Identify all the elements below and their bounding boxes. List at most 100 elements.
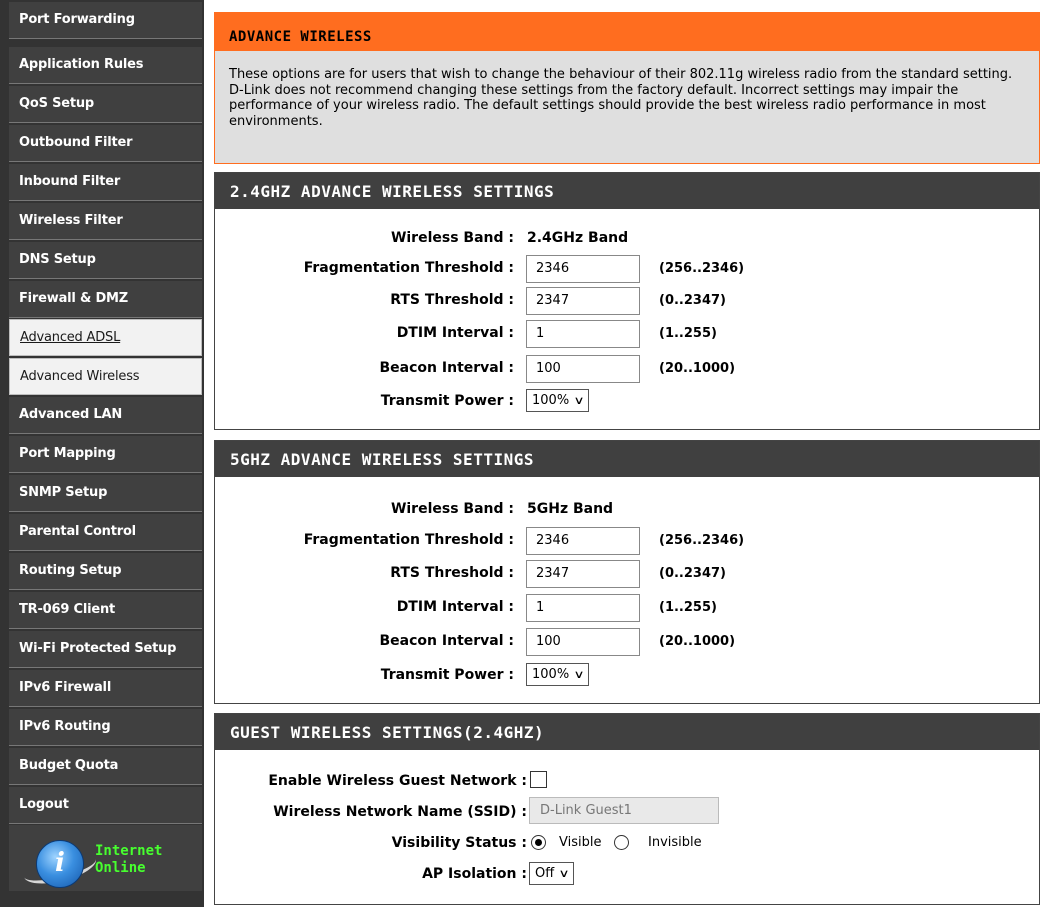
sidebar-item-parental-control[interactable]: Parental Control bbox=[9, 514, 202, 551]
dtim-input[interactable]: 1 bbox=[526, 320, 640, 348]
sidebar-item-label: QoS Setup bbox=[19, 96, 95, 111]
rts-input[interactable]: 2347 bbox=[526, 560, 640, 588]
sidebar-item-port-mapping[interactable]: Port Mapping bbox=[9, 436, 202, 473]
wireless-band-row: Wireless Band : 2.4GHz Band bbox=[215, 223, 1039, 253]
wireless-band-label: Wireless Band : bbox=[390, 501, 514, 517]
sidebar-item-tr069-client[interactable]: TR-069 Client bbox=[9, 592, 202, 629]
transmit-power-label: Transmit Power : bbox=[380, 393, 514, 409]
sidebar-item-ipv6-firewall[interactable]: IPv6 Firewall bbox=[9, 670, 202, 707]
enable-guest-label: Enable Wireless Guest Network : bbox=[268, 773, 527, 789]
wireless-band-value: 5GHz Band bbox=[527, 501, 614, 517]
fragmentation-label: Fragmentation Threshold : bbox=[303, 260, 514, 276]
sidebar-item-label: Advanced Wireless bbox=[20, 369, 140, 384]
ssid-row: Wireless Network Name (SSID) : D-Link Gu… bbox=[215, 797, 1039, 827]
chevron-down-icon: ∨ bbox=[573, 394, 585, 407]
sidebar-item-budget-quota[interactable]: Budget Quota bbox=[9, 748, 202, 785]
settings-5ghz-panel: 5GHZ ADVANCE WIRELESS SETTINGS Wireless … bbox=[214, 440, 1040, 704]
sidebar-item-label: Budget Quota bbox=[19, 758, 119, 773]
sidebar-item-logout[interactable]: Logout bbox=[9, 787, 202, 824]
sidebar-item-inbound-filter[interactable]: Inbound Filter bbox=[9, 164, 202, 201]
visibility-row: Visibility Status : Visible Invisible bbox=[215, 828, 1039, 858]
sidebar-item-advanced-lan[interactable]: Advanced LAN bbox=[9, 397, 202, 434]
sidebar-item-label: Advanced LAN bbox=[19, 407, 123, 422]
sidebar-item-label: Wireless Filter bbox=[19, 213, 123, 228]
fragmentation-range: (256..2346) bbox=[659, 533, 745, 548]
ssid-input[interactable]: D-Link Guest1 bbox=[529, 797, 719, 824]
sidebar-item-label: TR-069 Client bbox=[19, 602, 116, 617]
dtim-label: DTIM Interval : bbox=[396, 599, 514, 615]
sidebar-item-wireless-filter[interactable]: Wireless Filter bbox=[9, 203, 202, 240]
transmit-power-row: Transmit Power : 100% ∨ bbox=[215, 660, 1039, 690]
fragmentation-range: (256..2346) bbox=[659, 261, 745, 276]
section-title: GUEST WIRELESS SETTINGS(2.4GHZ) bbox=[215, 714, 1039, 750]
rts-input[interactable]: 2347 bbox=[526, 287, 640, 315]
ap-isolation-select[interactable]: Off ∨ bbox=[529, 862, 575, 885]
transmit-power-select[interactable]: 100% ∨ bbox=[526, 663, 590, 686]
ssid-label: Wireless Network Name (SSID) : bbox=[273, 804, 527, 820]
fragmentation-input[interactable]: 2346 bbox=[526, 255, 640, 283]
transmit-power-value: 100% bbox=[532, 667, 570, 682]
sidebar-item-label: IPv6 Routing bbox=[19, 719, 111, 734]
visible-radio[interactable] bbox=[531, 835, 546, 850]
ap-isolation-value: Off bbox=[535, 866, 555, 881]
beacon-input[interactable]: 100 bbox=[526, 628, 640, 656]
sidebar-item-label: Inbound Filter bbox=[19, 174, 121, 189]
info-globe-icon: i bbox=[36, 840, 84, 888]
sidebar-item-firewall-dmz[interactable]: Firewall & DMZ bbox=[9, 281, 202, 318]
invisible-label: Invisible bbox=[648, 835, 702, 850]
sidebar-item-label: Parental Control bbox=[19, 524, 136, 539]
beacon-row: Beacon Interval : 100 (20..1000) bbox=[215, 626, 1039, 656]
sidebar-item-advanced-wireless[interactable]: Advanced Wireless bbox=[9, 358, 202, 395]
ap-isolation-label: AP Isolation : bbox=[422, 866, 527, 882]
rts-row: RTS Threshold : 2347 (0..2347) bbox=[215, 558, 1039, 588]
visibility-label: Visibility Status : bbox=[391, 835, 527, 851]
wireless-band-row: Wireless Band : 5GHz Band bbox=[215, 494, 1039, 524]
sidebar-item-label: Wi-Fi Protected Setup bbox=[19, 641, 177, 656]
invisible-radio[interactable] bbox=[614, 835, 629, 850]
section-title: 2.4GHZ ADVANCE WIRELESS SETTINGS bbox=[215, 173, 1039, 209]
enable-guest-checkbox[interactable] bbox=[530, 771, 547, 788]
fragmentation-input[interactable]: 2346 bbox=[526, 527, 640, 555]
fragmentation-label: Fragmentation Threshold : bbox=[303, 532, 514, 548]
fragmentation-row: Fragmentation Threshold : 2346 (256..234… bbox=[215, 253, 1039, 283]
sidebar-item-routing-setup[interactable]: Routing Setup bbox=[9, 553, 202, 590]
advance-wireless-section: ADVANCE WIRELESS These options are for u… bbox=[214, 12, 1040, 164]
fragmentation-row: Fragmentation Threshold : 2346 (256..234… bbox=[215, 525, 1039, 555]
chevron-down-icon: ∨ bbox=[573, 668, 585, 681]
sidebar-item-outbound-filter[interactable]: Outbound Filter bbox=[9, 125, 202, 162]
guest-wireless-panel: GUEST WIRELESS SETTINGS(2.4GHZ) Enable W… bbox=[214, 713, 1040, 905]
sidebar-item-ipv6-routing[interactable]: IPv6 Routing bbox=[9, 709, 202, 746]
sidebar-item-label: SNMP Setup bbox=[19, 485, 108, 500]
ap-isolation-row: AP Isolation : Off ∨ bbox=[215, 859, 1039, 889]
settings-24ghz-panel: 2.4GHZ ADVANCE WIRELESS SETTINGS Wireles… bbox=[214, 172, 1040, 430]
beacon-range: (20..1000) bbox=[659, 634, 736, 649]
sidebar-item-label: Routing Setup bbox=[19, 563, 122, 578]
sidebar-item-port-forwarding[interactable]: Port Forwarding bbox=[9, 2, 202, 39]
dtim-range: (1..255) bbox=[659, 600, 717, 615]
sidebar-item-label: Port Forwarding bbox=[19, 12, 135, 27]
visible-label: Visible bbox=[559, 835, 602, 850]
internet-status-text: Internet Online bbox=[95, 843, 162, 877]
section-description: These options are for users that wish to… bbox=[229, 67, 1013, 129]
sidebar-item-advanced-adsl[interactable]: Advanced ADSL bbox=[9, 319, 202, 356]
sidebar-item-qos-setup[interactable]: QoS Setup bbox=[9, 86, 202, 123]
beacon-input[interactable]: 100 bbox=[526, 355, 640, 383]
beacon-label: Beacon Interval : bbox=[379, 360, 514, 376]
sidebar-item-label: IPv6 Firewall bbox=[19, 680, 112, 695]
rts-row: RTS Threshold : 2347 (0..2347) bbox=[215, 285, 1039, 315]
transmit-power-select[interactable]: 100% ∨ bbox=[526, 389, 590, 412]
sidebar-item-label: DNS Setup bbox=[19, 252, 96, 267]
dtim-range: (1..255) bbox=[659, 326, 717, 341]
rts-range: (0..2347) bbox=[659, 566, 726, 581]
section-title: ADVANCE WIRELESS bbox=[215, 13, 1039, 51]
sidebar-item-wifi-protected-setup[interactable]: Wi-Fi Protected Setup bbox=[9, 631, 202, 668]
sidebar-item-label: Logout bbox=[19, 797, 69, 812]
wireless-band-value: 2.4GHz Band bbox=[527, 230, 629, 246]
sidebar-item-label: Advanced ADSL bbox=[20, 330, 121, 345]
rts-range: (0..2347) bbox=[659, 293, 726, 308]
dtim-input[interactable]: 1 bbox=[526, 594, 640, 622]
sidebar-item-application-rules[interactable]: Application Rules bbox=[9, 47, 202, 84]
sidebar-item-label: Firewall & DMZ bbox=[19, 291, 129, 306]
sidebar-item-snmp-setup[interactable]: SNMP Setup bbox=[9, 475, 202, 512]
sidebar-item-dns-setup[interactable]: DNS Setup bbox=[9, 242, 202, 279]
